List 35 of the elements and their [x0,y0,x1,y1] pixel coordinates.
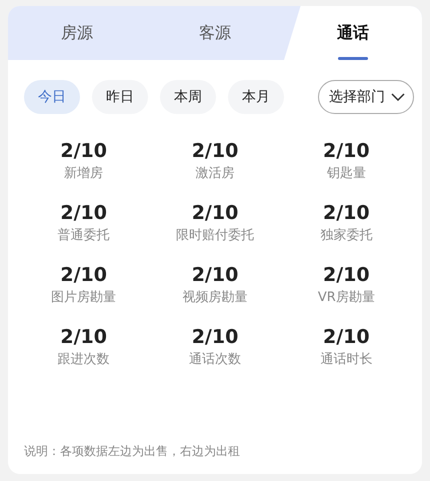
date-filter-chip[interactable]: 昨日 [92,80,148,114]
tab[interactable]: 房源 [8,6,146,60]
department-dropdown[interactable]: 选择部门 [318,80,414,114]
stat-value: 2/10 [323,140,370,162]
stat-label: 普通委托 [58,226,110,244]
stat-value: 2/10 [323,202,370,224]
stat-value: 2/10 [192,264,238,286]
date-filter-chip[interactable]: 今日 [24,80,80,114]
stat-value: 2/10 [60,140,107,162]
stat-value: 2/10 [192,140,238,162]
tab[interactable]: 通话 [284,6,422,60]
stat-value: 2/10 [323,264,370,286]
stat-label: 视频房勘量 [182,289,248,306]
stat-value: 2/10 [60,326,107,348]
stat-label: VR房勘量 [318,289,375,306]
stat-value: 2/10 [323,326,370,348]
stat-label: 独家委托 [320,227,372,244]
date-filter-chip[interactable]: 本月 [228,80,284,114]
stat-label: 钥匙量 [326,165,366,182]
date-filter-chip[interactable]: 本周 [160,80,216,114]
stat-label: 激活房 [195,165,234,182]
chevron-down-icon [391,93,405,101]
stat-label: 图片房勘量 [51,289,116,306]
stat-value: 2/10 [192,326,238,348]
stat-label: 限时赔付委托 [176,227,254,244]
stat-value: 2/10 [60,202,107,224]
active-tab-indicator [338,57,368,60]
tab[interactable]: 客源 [146,6,284,60]
stat-value: 2/10 [60,264,107,286]
stat-label: 跟进次数 [58,351,110,368]
stat-label: 通话时长 [320,351,372,368]
stat-value: 2/10 [192,202,238,224]
stat-label: 通话次数 [188,351,241,368]
note-text: 说明：各项数据左边为出售，右边为出租 [23,443,241,460]
stat-label: 新增房 [64,165,104,182]
